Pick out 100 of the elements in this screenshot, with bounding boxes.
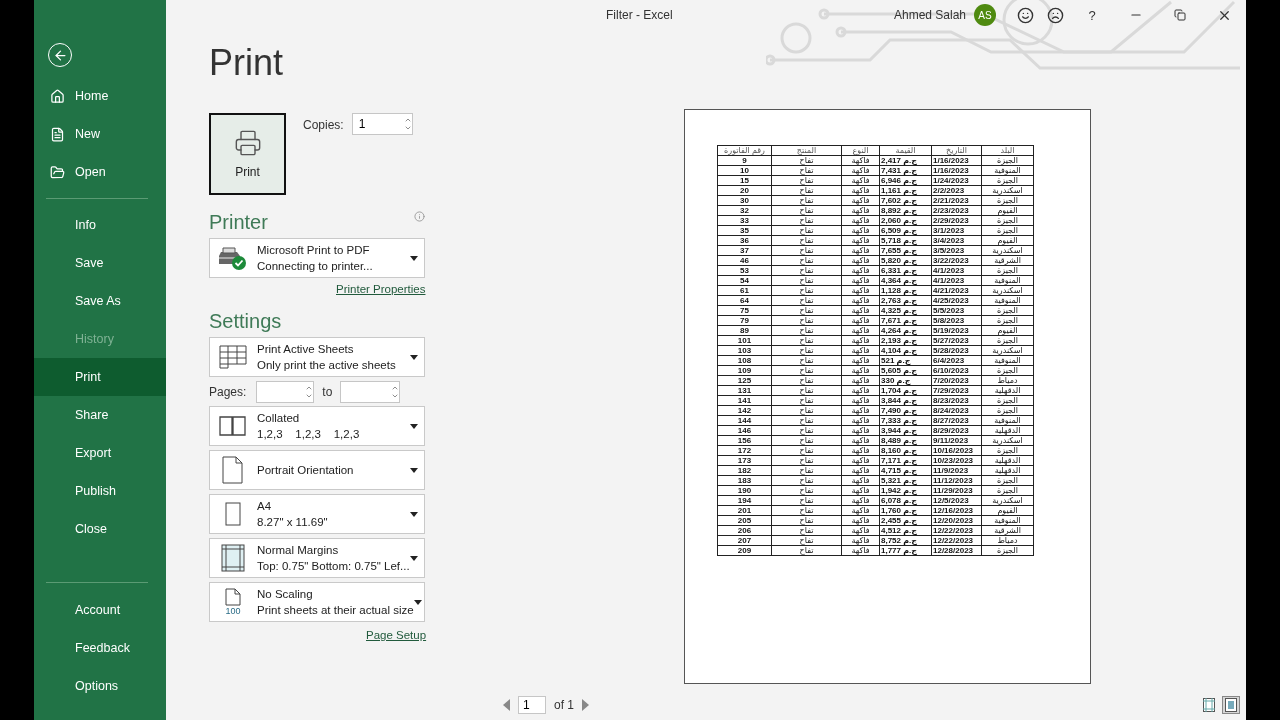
column-header: القيمة [879,145,932,156]
table-cell: 2/2/2023 [931,185,982,196]
portrait-page-icon [222,456,244,484]
sidebar-item[interactable]: Info [34,206,166,244]
home-icon [50,88,65,104]
print-button[interactable]: Print [209,113,286,195]
table-cell: فاكهة [841,235,880,246]
table-cell: المنوفية [981,515,1034,526]
sidebar-item[interactable]: Print [34,358,166,396]
table-cell: 32 [717,205,772,216]
table-cell: الشرقية [981,255,1034,266]
table-cell: فاكهة [841,535,880,546]
table-cell: الجيزة [981,315,1034,326]
table-cell: 5/27/2023 [931,335,982,346]
table-cell: 146 [717,425,772,436]
printer-dropdown[interactable]: Microsoft Print to PDF Connecting to printer... [209,238,425,278]
table-cell: تفاح [771,275,842,286]
sidebar-item[interactable]: Account [34,591,166,629]
table-cell: الجيزة [981,195,1034,206]
sidebar-item[interactable]: Options [34,667,166,705]
table-cell: فاكهة [841,165,880,176]
table-cell: الشرقية [981,525,1034,536]
sidebar-item[interactable]: Open [34,153,166,191]
table-cell: تفاح [771,225,842,236]
table-cell: ج.م 8,160 [879,445,932,456]
table-cell: الفيوم [981,235,1034,246]
table-cell: 5/5/2023 [931,305,982,316]
pages-to-field[interactable] [340,381,401,403]
table-cell: فاكهة [841,505,880,516]
table-cell: 1/16/2023 [931,155,982,166]
setting-dropdown[interactable]: A4 8.27" x 11.69" [209,494,425,534]
table-cell: ج.م 2,060 [879,215,932,226]
next-page-button[interactable] [582,699,589,711]
sidebar-item[interactable]: Home [34,77,166,115]
caret-icon [410,354,418,360]
help-button[interactable]: ? [1070,0,1114,30]
table-cell: تفاح [771,455,842,466]
printer-properties-link[interactable]: Printer Properties [336,283,426,295]
table-cell: فاكهة [841,245,880,256]
setting-dropdown[interactable]: Normal Margins Top: 0.75" Bottom: 0.75" Lef... [209,538,425,578]
printer-icon [233,129,262,157]
table-cell: فاكهة [841,195,880,206]
table-cell: تفاح [771,385,842,396]
table-cell: ج.م 1,704 [879,385,932,396]
table-cell: تفاح [771,295,842,306]
pages-from-field[interactable] [256,381,315,403]
table-cell: فاكهة [841,545,880,556]
table-cell: الجيزة [981,405,1034,416]
table-cell: فاكهة [841,445,880,456]
sidebar-item[interactable]: Share [34,396,166,434]
table-cell: تفاح [771,515,842,526]
sidebar-item[interactable]: Export [34,434,166,472]
table-cell: 1/16/2023 [931,165,982,176]
right-triangle-icon [582,699,589,711]
printer-heading: Printer [209,211,268,234]
table-cell: 183 [717,475,772,486]
info-icon[interactable] [414,211,425,222]
avatar[interactable]: AS [974,4,996,26]
setting-dropdown[interactable]: Collated 1,2,3 1,2,3 1,2,3 [209,406,425,446]
column-header: رقم الفاتورة [717,145,772,156]
table-cell: ج.م 6,331 [879,265,932,276]
table-cell: فاكهة [841,185,880,196]
table-cell: ج.م 3,944 [879,425,932,436]
table-cell: 8/24/2023 [931,405,982,416]
table-cell: تفاح [771,245,842,256]
copies-field[interactable]: 1 [351,113,413,135]
sidebar-item[interactable]: Close [34,510,166,548]
table-cell: 79 [717,315,772,326]
sidebar-item[interactable]: Publish [34,472,166,510]
table-cell: 103 [717,345,772,356]
settings-heading: Settings [209,310,282,333]
table-cell: المنوفية [981,165,1034,176]
table-cell: الجيزة [981,265,1034,276]
page-setup-link[interactable]: Page Setup [366,629,427,641]
table-cell: 173 [717,455,772,466]
table-cell: 4/1/2023 [931,275,982,286]
page-number-field[interactable]: 1 [518,696,546,714]
setting-dropdown[interactable]: 100 No Scaling Print sheets at their actual size [209,582,425,622]
sidebar-item[interactable]: Save As [34,282,166,320]
table-cell: 64 [717,295,772,306]
table-cell: اسكندرية [981,435,1034,446]
table-cell: دمياط [981,375,1034,386]
table-cell: 15 [717,175,772,186]
table-cell: تفاح [771,405,842,416]
table-cell: 35 [717,225,772,236]
table-cell: تفاح [771,175,842,186]
table-cell: تفاح [771,355,842,366]
show-margins-button[interactable] [1200,696,1218,714]
table-cell: 12/20/2023 [931,515,982,526]
previous-page-button[interactable] [503,699,510,711]
setting-dropdown[interactable]: Portrait Orientation [209,450,425,490]
print-scope-dropdown[interactable]: Print Active Sheets Only print the active sheets [209,337,425,377]
table-cell: تفاح [771,185,842,196]
sidebar-item[interactable]: Feedback [34,629,166,667]
sidebar-item[interactable]: Save [34,244,166,282]
table-cell: 20 [717,185,772,196]
table-cell: فاكهة [841,155,880,166]
sidebar-item[interactable]: New [34,115,166,153]
table-cell: ج.م 1,777 [879,545,932,556]
zoom-to-page-button[interactable] [1222,696,1240,714]
